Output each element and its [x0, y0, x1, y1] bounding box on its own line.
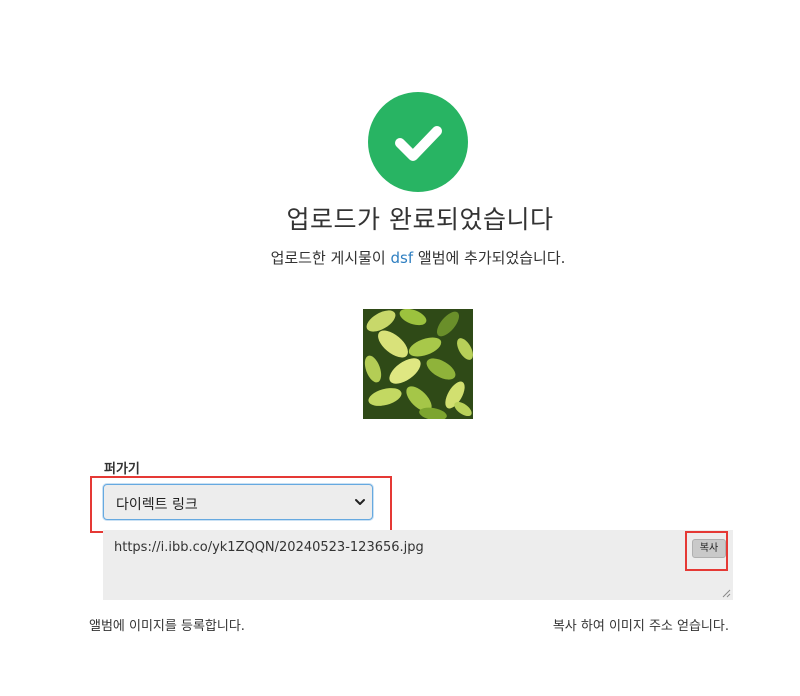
album-link[interactable]: dsf — [391, 249, 414, 267]
page-title: 업로드가 완료되었습니다 — [286, 205, 554, 234]
copy-button[interactable]: 복사 — [692, 539, 726, 558]
chevron-down-icon — [355, 499, 365, 505]
upload-complete-page: 업로드가 완료되었습니다 업로드한 게시물이 dsf 앨범에 추가되었습니다. … — [0, 0, 800, 696]
embed-type-selected: 다이렉트 링크 — [116, 497, 198, 513]
uploaded-image-thumbnail[interactable] — [363, 309, 473, 419]
note-right: 복사 하여 이미지 주소 얻습니다. — [552, 619, 729, 634]
upload-subtitle: 업로드한 게시물이 dsf 앨범에 추가되었습니다. — [0, 247, 800, 268]
embed-url-textarea[interactable]: https://i.ibb.co/yk1ZQQN/20240523-123656… — [103, 530, 733, 600]
embed-label: 퍼가기 — [104, 462, 140, 477]
embed-type-select[interactable]: 다이렉트 링크 — [103, 484, 373, 520]
subtitle-prefix: 업로드한 게시물이 — [270, 249, 391, 267]
checkmark-icon — [395, 126, 442, 161]
success-check-badge — [368, 92, 468, 192]
resize-grip-icon[interactable] — [722, 589, 731, 598]
note-left: 앨범에 이미지를 등록합니다. — [89, 619, 245, 634]
embed-url-text: https://i.ibb.co/yk1ZQQN/20240523-123656… — [114, 540, 424, 555]
leaves-image — [363, 309, 473, 419]
subtitle-suffix: 앨범에 추가되었습니다. — [413, 249, 566, 267]
